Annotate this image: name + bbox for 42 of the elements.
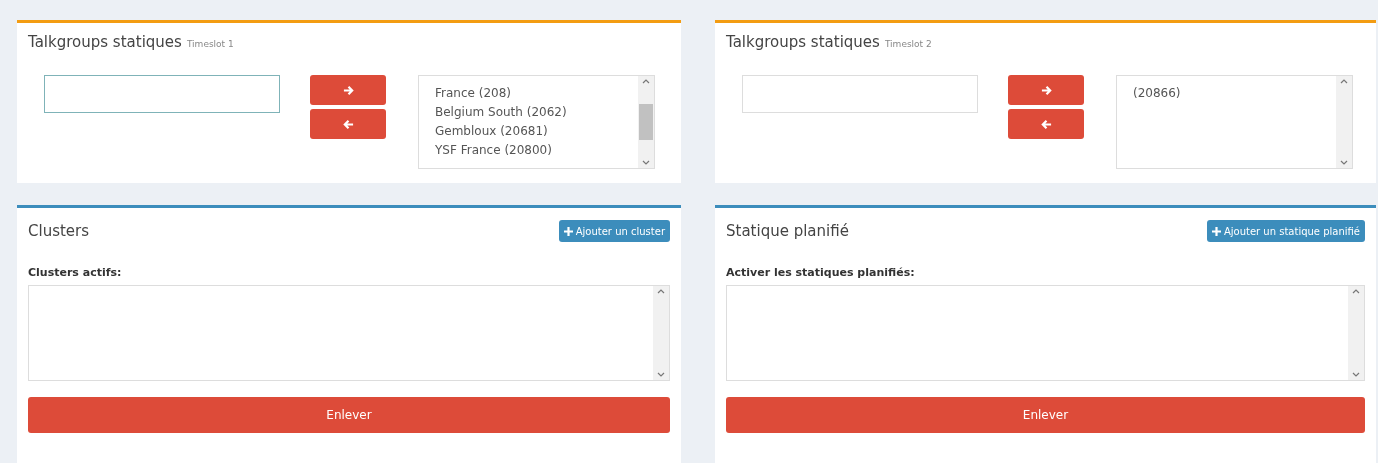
list-item[interactable]: YSF France (20800) [435,141,638,160]
scrollbar[interactable] [1336,76,1352,168]
list-item[interactable]: Gembloux (20681) [435,122,638,141]
plus-icon [563,226,573,236]
remove-left-button[interactable] [310,109,386,139]
scroll-up-icon[interactable] [642,78,650,84]
arrow-right-icon [342,84,354,96]
talkgroup-input[interactable] [44,75,280,113]
arrow-left-icon [1040,118,1052,130]
talkgroup-list[interactable]: (20866) [1116,75,1353,169]
remove-left-button[interactable] [1008,109,1084,139]
arrow-left-icon [342,118,354,130]
panel-title: Clusters [28,222,90,240]
add-button[interactable]: Ajouter un statique planifié [1206,220,1365,242]
remove-button[interactable]: Enlever [726,397,1365,433]
arrow-right-icon [1040,84,1052,96]
add-right-button[interactable] [310,75,386,105]
list-item[interactable]: Belgium South (2062) [435,103,638,122]
panel-title: Talkgroups statiques [28,33,182,51]
scrollbar[interactable] [1348,286,1364,380]
scroll-up-icon[interactable] [657,288,665,294]
scrollbar[interactable] [653,286,669,380]
panel-title: Talkgroups statiques [726,33,880,51]
scroll-up-icon[interactable] [1352,288,1360,294]
panel-subtitle: Timeslot 1 [186,39,234,49]
scroll-down-icon[interactable] [1352,372,1360,378]
scroll-down-icon[interactable] [657,372,665,378]
scroll-down-icon[interactable] [1340,160,1348,166]
panel-title: Statique planifié [726,222,849,240]
talkgroup-list[interactable]: France (208) Belgium South (2062) Gembloux (20681) YSF France (20800) [418,75,655,169]
scroll-down-icon[interactable] [642,160,650,166]
list-item[interactable]: France (208) [435,84,638,103]
field-label: Clusters actifs: [28,266,123,279]
add-button[interactable]: Ajouter un cluster [558,220,670,242]
plus-icon [1211,226,1221,236]
remove-button[interactable]: Enlever [28,397,670,433]
scrollbar[interactable] [638,76,654,168]
field-label: Activer les statiques planifiés: [726,266,916,279]
scroll-up-icon[interactable] [1340,78,1348,84]
panel-subtitle: Timeslot 2 [884,39,932,49]
add-right-button[interactable] [1008,75,1084,105]
list-item[interactable]: (20866) [1133,84,1336,103]
